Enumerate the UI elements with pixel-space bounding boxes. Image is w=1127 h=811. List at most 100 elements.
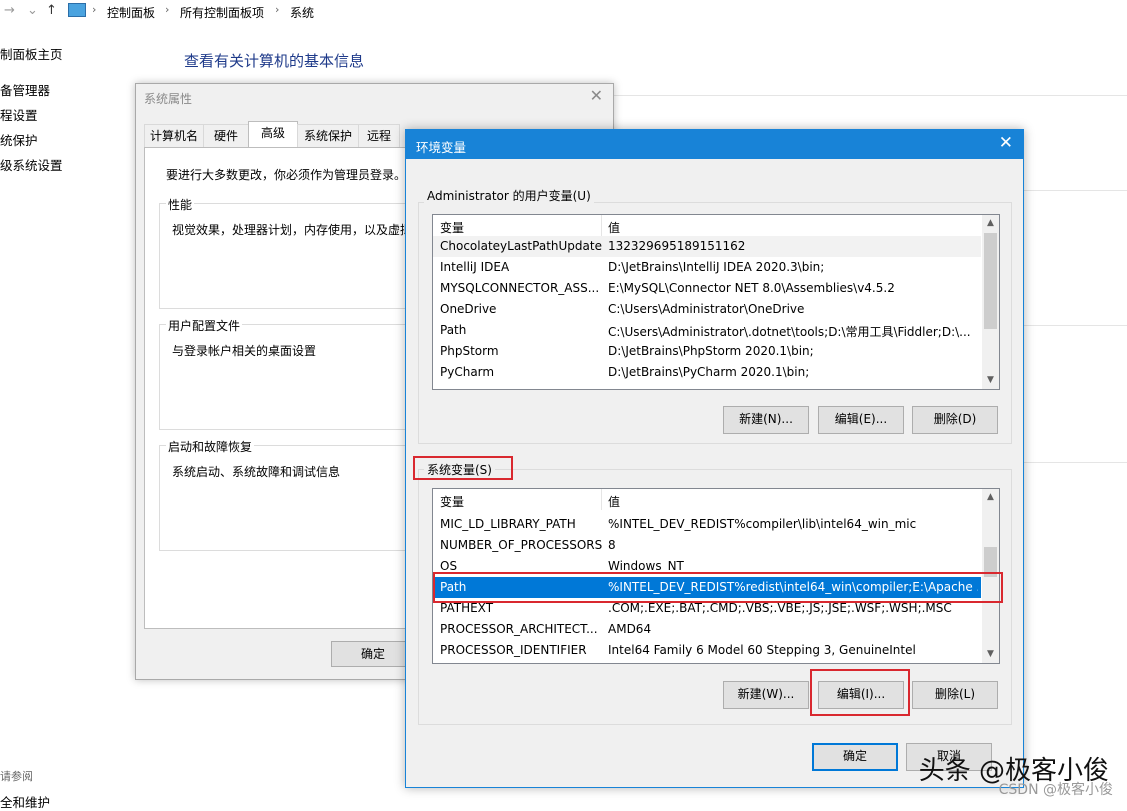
chevron-right-icon: › — [92, 3, 97, 16]
variable-value: Windows_NT — [608, 559, 684, 573]
column-header-value[interactable]: 值 — [608, 493, 620, 510]
group-description: 与登录帐户相关的桌面设置 — [172, 344, 317, 358]
user-variables-label: Administrator 的用户变量(U) — [424, 187, 594, 204]
scroll-down-icon[interactable]: ▼ — [982, 646, 999, 663]
variable-value: D:\JetBrains\IntelliJ IDEA 2020.3\bin; — [608, 260, 825, 274]
column-header-variable[interactable]: 变量 — [440, 219, 464, 236]
system-new-button[interactable]: 新建(W)... — [723, 681, 809, 709]
list-item[interactable]: PyCharm D:\JetBrains\PyCharm 2020.1\bin; — [433, 362, 981, 383]
page-title: 查看有关计算机的基本信息 — [184, 52, 365, 70]
highlight-box-path-row — [433, 572, 1003, 603]
computer-icon — [68, 3, 86, 17]
user-edit-button[interactable]: 编辑(E)... — [818, 406, 904, 434]
divider — [1022, 325, 1127, 326]
list-item[interactable]: NUMBER_OF_PROCESSORS 8 — [433, 535, 981, 556]
chevron-right-icon: › — [165, 3, 170, 16]
scroll-down-icon[interactable]: ▼ — [982, 372, 999, 389]
variable-name: OS — [440, 559, 458, 573]
tab-remote[interactable]: 远程 — [358, 124, 400, 147]
variable-value: 8 — [608, 538, 616, 552]
forward-arrow-icon[interactable]: → — [4, 3, 15, 18]
list-item[interactable]: PROCESSOR_IDENTIFIER Intel64 Family 6 Mod… — [433, 640, 981, 661]
tab-system-protection[interactable]: 系统保护 — [297, 124, 359, 147]
group-title: 启动和故障恢复 — [166, 438, 255, 455]
vertical-scrollbar[interactable]: ▲ ▼ — [982, 215, 999, 389]
column-separator[interactable] — [601, 489, 602, 510]
chevron-right-icon: › — [275, 3, 280, 16]
scroll-up-icon[interactable]: ▲ — [982, 489, 999, 506]
variable-name: PROCESSOR_ARCHITECT... — [440, 622, 598, 636]
column-separator[interactable] — [601, 215, 602, 236]
address-bar: → ⌄ ↑ › 控制面板 › 所有控制面板项 › 系统 — [0, 0, 1127, 22]
breadcrumb-all-items[interactable]: 所有控制面板项 — [180, 4, 264, 21]
breadcrumb-control-panel[interactable]: 控制面板 — [107, 4, 155, 21]
column-header-variable[interactable]: 变量 — [440, 493, 464, 510]
list-item[interactable]: MIC_LD_LIBRARY_PATH %INTEL_DEV_REDIST%com… — [433, 514, 981, 535]
scroll-up-icon[interactable]: ▲ — [982, 215, 999, 232]
env-ok-button[interactable]: 确定 — [812, 743, 898, 771]
list-item[interactable]: PROCESSOR_ARCHITECT... AMD64 — [433, 619, 981, 640]
list-item[interactable]: MYSQLCONNECTOR_ASS... E:\MySQL\Connector … — [433, 278, 981, 299]
variable-name: ChocolateyLastPathUpdate — [440, 239, 602, 253]
tab-computer-name[interactable]: 计算机名 — [144, 124, 204, 147]
variable-value: C:\Users\Administrator\.dotnet\tools;D:\… — [608, 325, 971, 339]
divider — [1022, 190, 1127, 191]
list-item[interactable]: PhpStorm D:\JetBrains\PhpStorm 2020.1\bin… — [433, 341, 981, 362]
variable-name: Path — [440, 323, 467, 337]
left-nav-remote-settings[interactable]: 程设置 — [0, 105, 38, 124]
list-item[interactable]: Path C:\Users\Administrator\.dotnet\tools… — [433, 320, 981, 341]
left-nav-advanced-settings[interactable]: 级系统设置 — [0, 155, 63, 174]
divider — [612, 95, 1127, 96]
variable-value: %INTEL_DEV_REDIST%compiler\lib\intel64_w… — [608, 517, 917, 531]
variable-value: .COM;.EXE;.BAT;.CMD;.VBS;.VBE;.JS;.JSE;.… — [608, 601, 952, 615]
dialog-title: 环境变量 — [416, 140, 467, 155]
variable-name: MIC_LD_LIBRARY_PATH — [440, 517, 576, 531]
list-item[interactable]: IntelliJ IDEA D:\JetBrains\IntelliJ IDEA … — [433, 257, 981, 278]
admin-notice: 要进行大多数更改，你必须作为管理员登录。 — [166, 168, 407, 182]
variable-name: PROCESSOR_IDENTIFIER — [440, 643, 587, 657]
dialog-title: 系统属性 — [144, 92, 193, 106]
variable-value: C:\Users\Administrator\OneDrive — [608, 302, 805, 316]
tab-hardware[interactable]: 硬件 — [203, 124, 249, 147]
variable-name: PATHEXT — [440, 601, 494, 615]
variable-value: Intel64 Family 6 Model 60 Stepping 3, Ge… — [608, 643, 916, 657]
recent-locations-chevron-icon[interactable]: ⌄ — [27, 3, 38, 18]
list-header: 变量 值 — [433, 489, 999, 510]
divider — [1022, 462, 1127, 463]
variable-value: D:\JetBrains\PyCharm 2020.1\bin; — [608, 365, 810, 379]
close-icon[interactable]: ✕ — [590, 86, 603, 105]
variable-name: NUMBER_OF_PROCESSORS — [440, 538, 602, 552]
variable-value: E:\MySQL\Connector NET 8.0\Assemblies\v4… — [608, 281, 895, 295]
ok-button[interactable]: 确定 — [331, 641, 415, 667]
variable-name: IntelliJ IDEA — [440, 260, 510, 274]
highlight-box-edit-button — [810, 669, 910, 716]
left-nav-device-manager[interactable]: 备管理器 — [0, 80, 50, 99]
user-new-button[interactable]: 新建(N)... — [723, 406, 809, 434]
left-nav-home[interactable]: 制面板主页 — [0, 44, 63, 63]
variable-name: PyCharm — [440, 365, 495, 379]
see-also-heading: 请参阅 — [0, 770, 33, 783]
group-title: 性能 — [166, 196, 195, 213]
breadcrumb-system[interactable]: 系统 — [290, 4, 314, 21]
variable-value: D:\JetBrains\PhpStorm 2020.1\bin; — [608, 344, 814, 358]
up-arrow-icon[interactable]: ↑ — [46, 3, 57, 18]
list-item[interactable]: ChocolateyLastPathUpdate 1323296951891511… — [433, 236, 981, 257]
tab-advanced[interactable]: 高级 — [248, 121, 298, 148]
scroll-thumb[interactable] — [984, 233, 997, 329]
column-header-value[interactable]: 值 — [608, 219, 620, 236]
group-description: 系统启动、系统故障和调试信息 — [172, 465, 341, 479]
left-nav-system-protection[interactable]: 统保护 — [0, 130, 38, 149]
system-delete-button[interactable]: 删除(L) — [912, 681, 998, 709]
variable-name: MYSQLCONNECTOR_ASS... — [440, 281, 600, 295]
close-icon[interactable]: ✕ — [999, 133, 1013, 153]
list-item[interactable]: OneDrive C:\Users\Administrator\OneDrive — [433, 299, 981, 320]
left-nav-security-maintenance[interactable]: 全和维护 — [0, 792, 50, 811]
variable-value: AMD64 — [608, 622, 652, 636]
variable-name: PhpStorm — [440, 344, 499, 358]
group-description: 视觉效果，处理器计划，内存使用，以及虚拟 — [172, 223, 413, 237]
variable-value: 132329695189151162 — [608, 239, 746, 253]
highlight-box-system-variables — [413, 456, 513, 480]
user-delete-button[interactable]: 删除(D) — [912, 406, 998, 434]
user-variables-list[interactable]: 变量 值 ChocolateyLastPathUpdate 13232969518… — [432, 214, 1000, 390]
watermark-subtext: CSDN @极客小俊 — [998, 782, 1113, 798]
